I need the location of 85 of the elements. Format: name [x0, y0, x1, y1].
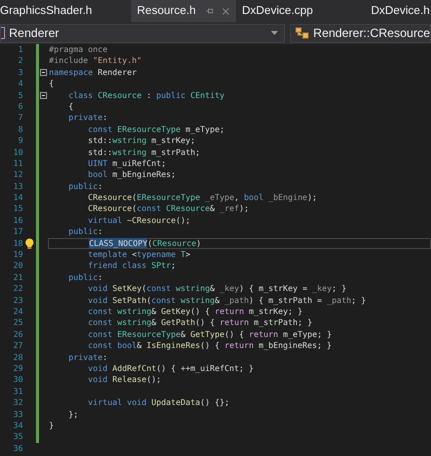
code-line: std::wstring m_strPath; — [86, 146, 200, 157]
line-number: 2 — [17, 55, 23, 67]
code-line: std::wstring m_strKey; — [86, 135, 196, 146]
file-tab[interactable]: Resource.h — [131, 0, 236, 22]
line-number: 3 — [17, 66, 23, 78]
line-number: 5 — [17, 90, 23, 101]
line-number: 6 — [17, 100, 23, 112]
line-number: 19 — [12, 249, 23, 260]
line-number: 16 — [12, 214, 23, 226]
code-line: void SetPath(const wstring& _path) { m_strPath = _path; } — [86, 294, 366, 305]
line-number: 15 — [12, 203, 23, 215]
code-line: void AddRefCnt() { ++m_uiRefCnt; } — [86, 362, 254, 373]
collapse-icon[interactable] — [40, 68, 47, 76]
line-number: 7 — [17, 112, 23, 124]
line-number: 33 — [12, 408, 23, 420]
line-number: 30 — [12, 374, 23, 386]
code-line: public: — [67, 272, 103, 282]
code-line: friend class SPtr; — [86, 260, 176, 270]
code-line: public: — [67, 180, 103, 191]
code-line: CResource(EResourceType _eType, bool _bEngine); — [86, 192, 318, 202]
code-line: #include "Entity.h" — [49, 55, 142, 66]
line-number: 25 — [12, 317, 23, 329]
code-line: const wstring& GetPath() { return m_strPath; } — [86, 317, 312, 328]
caret-icon — [271, 31, 278, 35]
line-number: 36 — [12, 442, 23, 454]
scope-dropdown[interactable]: Renderer — [0, 24, 286, 42]
code-line: const bool& IsEngineRes() { return m_bEngineRes; } — [86, 340, 332, 350]
code-line: #pragma once — [49, 44, 108, 54]
line-number: 27 — [12, 340, 23, 352]
code-line: private: — [67, 112, 108, 122]
code-line: CResource(const CResource& _ref); — [86, 203, 249, 214]
class-icon — [295, 27, 310, 39]
line-number: 12 — [12, 169, 23, 181]
line-number: 26 — [12, 328, 23, 340]
code-line: template <typename T> — [86, 249, 190, 260]
file-tab[interactable]: DxDevice.cpp — [236, 0, 365, 22]
code-line: public: — [67, 226, 103, 236]
line-number: 23 — [12, 294, 23, 306]
line-number: 13 — [12, 180, 23, 192]
line-number: 29 — [12, 362, 23, 374]
code-line: class CResource : public CEntity — [67, 90, 224, 100]
code-line: private: — [67, 352, 108, 362]
member-label: Renderer::CResource — [313, 26, 430, 40]
line-number: 32 — [12, 397, 23, 408]
code-line: virtual void UpdateData() {}; — [86, 397, 230, 408]
file-tab[interactable]: GraphicsShader.h — [0, 0, 131, 22]
line-number: 4 — [17, 78, 23, 90]
line-number: 17 — [12, 226, 23, 238]
line-number: 9 — [17, 135, 23, 147]
code-line: CLASS_NOCOPY(CResource) — [88, 238, 202, 248]
line-number: 22 — [12, 283, 23, 295]
code-line: { — [67, 100, 74, 111]
code-line: } — [49, 420, 54, 430]
file-tab[interactable]: DxDevice.h — [365, 0, 431, 22]
code-line: }; — [67, 408, 78, 418]
code-line: void Release(); — [86, 374, 162, 384]
code-line: bool m_bEngineRes; — [86, 169, 176, 180]
lightbulb-icon[interactable] — [25, 238, 34, 249]
line-number: 21 — [12, 272, 23, 284]
member-dropdown[interactable]: Renderer::CResource — [290, 24, 431, 42]
pin-icon[interactable] — [206, 7, 214, 15]
line-number: 20 — [12, 260, 23, 272]
code-line: { — [49, 78, 54, 88]
code-line: const wstring& GetKey() { return m_strKey; } — [86, 306, 302, 316]
line-number: 10 — [12, 146, 23, 158]
code-line: namespace Renderer — [49, 66, 137, 77]
line-number: 11 — [12, 158, 23, 170]
line-number: 14 — [12, 192, 23, 204]
line-number: 28 — [12, 352, 23, 363]
code-line: const EResourceType& GetType() { return m_eType; } — [86, 328, 332, 339]
close-icon[interactable] — [222, 6, 230, 16]
line-number: 35 — [12, 431, 23, 443]
code-line: virtual ~CResource(); — [86, 214, 190, 225]
line-number: 24 — [12, 306, 23, 318]
line-number: 8 — [17, 124, 23, 136]
scope-label: Renderer — [9, 26, 60, 40]
collapse-icon[interactable] — [40, 92, 47, 99]
line-number: 18 — [12, 238, 23, 250]
line-number: 34 — [12, 420, 23, 432]
line-number: 31 — [12, 386, 23, 398]
code-line: UINT m_uiRefCnt; — [86, 158, 166, 168]
code-line: const EResourceType m_eType; — [86, 124, 224, 134]
line-number: 1 — [17, 44, 23, 56]
code-line: void SetKey(const wstring& _key) { m_strKey = _key; } — [86, 283, 346, 294]
namespace-icon — [1, 27, 5, 39]
